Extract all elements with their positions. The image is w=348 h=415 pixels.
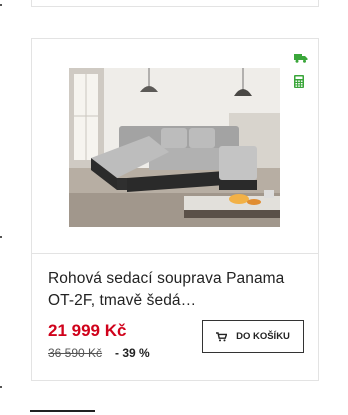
- previous-product-card: [31, 0, 319, 7]
- current-price: 21 999 Kč: [48, 321, 127, 340]
- page-edge: [0, 0, 2, 415]
- product-feature-icons: [294, 53, 310, 88]
- truck-icon: [294, 54, 308, 63]
- product-title[interactable]: Rohová sedací souprava Panama OT-2F, tma…: [48, 268, 310, 312]
- add-to-cart-label: DO KOŠÍKU: [236, 331, 290, 342]
- product-image[interactable]: [69, 68, 280, 227]
- add-to-cart-button[interactable]: DO KOŠÍKU: [202, 320, 304, 353]
- cart-icon: [216, 331, 228, 341]
- product-card[interactable]: Rohová sedací souprava Panama OT-2F, tma…: [31, 38, 319, 381]
- footer-underline: [30, 410, 95, 412]
- discount-badge: - 39 %: [115, 346, 150, 360]
- old-price: 36 590 Kč: [48, 346, 103, 360]
- calculator-icon: [294, 75, 304, 88]
- card-divider: [32, 253, 318, 254]
- sofa-photo: [69, 68, 280, 227]
